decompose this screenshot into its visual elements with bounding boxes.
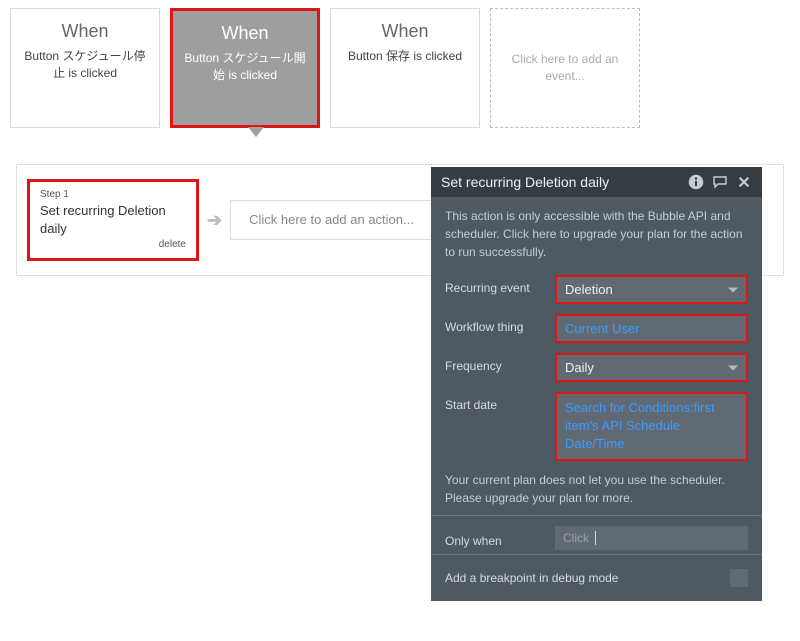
field-recurring-event[interactable]: Deletion — [555, 275, 748, 304]
field-workflow-thing[interactable]: Current User — [555, 314, 748, 343]
add-event-prompt: Click here to add an event... — [499, 51, 631, 85]
field-start-date-value: Search for Conditions:first item's API S… — [565, 400, 715, 451]
when-heading: When — [61, 19, 108, 44]
property-editor-body: This action is only accessible with the … — [431, 197, 762, 601]
row-breakpoint: Add a breakpoint in debug mode — [445, 565, 748, 597]
label-frequency: Frequency — [445, 353, 545, 373]
arrow-right-icon: ➔ — [207, 210, 222, 231]
workflow-events-row: When Button スケジュール停止 is clicked When But… — [0, 0, 800, 136]
property-editor-panel: Set recurring Deletion daily This action… — [431, 167, 762, 601]
property-editor-title: Set recurring Deletion daily — [441, 174, 688, 190]
field-start-date[interactable]: Search for Conditions:first item's API S… — [555, 392, 748, 461]
breakpoint-checkbox[interactable] — [730, 569, 748, 587]
row-frequency: Frequency Daily — [445, 353, 748, 382]
event-description: Button スケジュール開始 is clicked — [181, 50, 309, 84]
row-workflow-thing: Workflow thing Current User — [445, 314, 748, 343]
label-only-when: Only when — [445, 528, 545, 548]
comment-icon[interactable] — [712, 174, 728, 190]
chevron-down-icon — [728, 287, 738, 292]
property-editor-actions — [688, 174, 752, 190]
field-workflow-thing-value: Current User — [565, 321, 639, 336]
when-heading: When — [381, 19, 428, 44]
field-frequency[interactable]: Daily — [555, 353, 748, 382]
chevron-down-icon — [728, 365, 738, 370]
add-event-placeholder[interactable]: Click here to add an event... — [490, 8, 640, 128]
action-title: Set recurring Deletion daily — [40, 202, 186, 238]
action-step-1[interactable]: Step 1 Set recurring Deletion daily dele… — [27, 179, 199, 261]
field-only-when-value: Click — [563, 531, 589, 545]
divider — [431, 554, 762, 555]
event-card-stop[interactable]: When Button スケジュール停止 is clicked — [10, 8, 160, 128]
field-only-when[interactable]: Click — [555, 526, 748, 550]
close-icon[interactable] — [736, 174, 752, 190]
row-start-date: Start date Search for Conditions:first i… — [445, 392, 748, 461]
info-icon[interactable] — [688, 174, 704, 190]
event-description: Button 保存 is clicked — [348, 48, 462, 65]
step-label: Step 1 — [40, 188, 186, 202]
label-recurring-event: Recurring event — [445, 275, 545, 295]
event-card-start[interactable]: When Button スケジュール開始 is clicked — [170, 8, 320, 128]
divider — [431, 515, 762, 516]
add-action-placeholder[interactable]: Click here to add an action... — [230, 200, 433, 240]
field-frequency-value: Daily — [565, 360, 594, 375]
field-recurring-event-value: Deletion — [565, 282, 613, 297]
add-action-prompt: Click here to add an action... — [249, 212, 414, 227]
label-start-date: Start date — [445, 392, 545, 412]
text-cursor-icon — [595, 531, 596, 545]
event-card-save[interactable]: When Button 保存 is clicked — [330, 8, 480, 128]
row-recurring-event: Recurring event Deletion — [445, 275, 748, 304]
label-breakpoint: Add a breakpoint in debug mode — [445, 571, 720, 585]
scheduler-warning: Your current plan does not let you use t… — [445, 471, 748, 507]
when-heading: When — [221, 21, 268, 46]
action-type: delete — [40, 238, 186, 252]
upgrade-note[interactable]: This action is only accessible with the … — [445, 207, 748, 261]
selected-event-caret-icon — [248, 127, 264, 137]
row-only-when: Only when Click — [445, 526, 748, 550]
event-description: Button スケジュール停止 is clicked — [19, 48, 151, 82]
label-workflow-thing: Workflow thing — [445, 314, 545, 334]
property-editor-header: Set recurring Deletion daily — [431, 167, 762, 197]
